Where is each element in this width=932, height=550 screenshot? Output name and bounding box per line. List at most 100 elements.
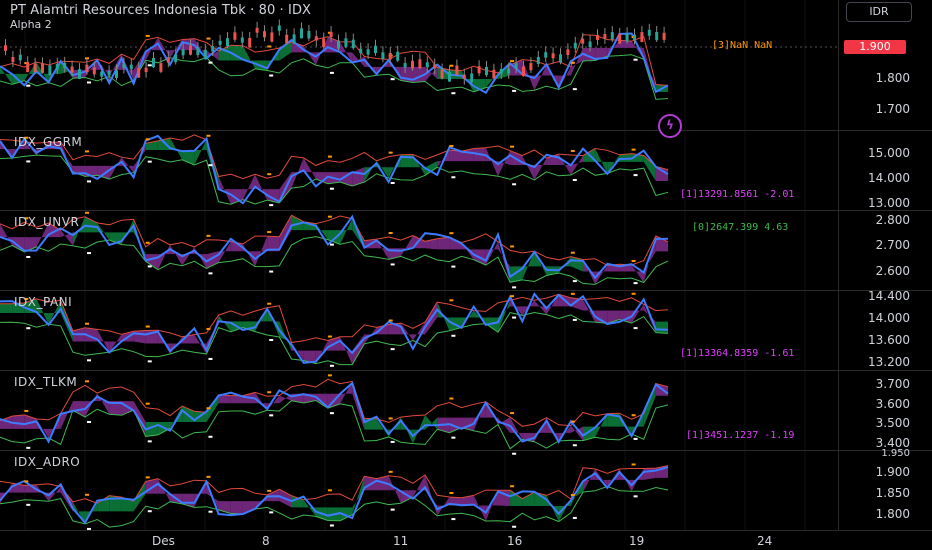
- signal-marker: [145, 138, 150, 141]
- signal-marker: [633, 282, 638, 285]
- unvr-value-label: [0]2647.399 4.63: [692, 222, 789, 233]
- y-tick: 2.800: [875, 213, 910, 227]
- y-tick: 15.000: [868, 146, 910, 160]
- candle-body: [189, 45, 192, 55]
- signal-marker: [87, 359, 92, 362]
- y-tick: 2.600: [875, 264, 910, 278]
- pane-divider[interactable]: [0, 370, 932, 371]
- candle-body: [610, 32, 614, 40]
- candle-body: [233, 32, 237, 40]
- candle-body: [507, 68, 511, 74]
- ggrm-value-label: [1]13291.8561 -2.01: [680, 189, 795, 200]
- y-tick: 3.600: [875, 397, 910, 411]
- candle-body: [581, 38, 585, 44]
- signal-marker: [269, 339, 274, 342]
- cloud-segment: [97, 393, 110, 415]
- cloud-segment: [36, 419, 49, 439]
- chart-window: PT Alamtri Resources Indonesia Tbk · 80 …: [0, 0, 932, 550]
- signal-marker: [26, 503, 31, 506]
- cloud-segment: [595, 148, 608, 174]
- y-tick: 2.700: [875, 238, 910, 252]
- signal-marker: [510, 145, 515, 148]
- cloud-segment: [267, 395, 280, 411]
- signal-marker: [145, 476, 150, 479]
- candle-body: [499, 68, 503, 74]
- candle-body: [329, 31, 333, 37]
- candle-body: [129, 64, 133, 70]
- candle-body: [544, 52, 548, 58]
- signal-marker: [390, 78, 395, 81]
- cloud-segment: [582, 299, 596, 323]
- pane-label-pani[interactable]: IDX_PANI: [14, 295, 72, 309]
- signal-marker: [570, 420, 575, 423]
- signal-marker: [327, 374, 332, 377]
- time-axis-divider: [0, 530, 932, 531]
- signal-marker: [87, 252, 92, 255]
- signal-marker: [267, 302, 272, 305]
- cloud-segment: [0, 303, 13, 314]
- candle-body: [152, 57, 155, 68]
- pane-divider[interactable]: [0, 210, 932, 211]
- candle-body: [618, 33, 622, 44]
- pane-divider[interactable]: [0, 130, 932, 131]
- signal-marker: [267, 489, 272, 492]
- signal-marker: [572, 280, 577, 283]
- signal-marker: [449, 397, 454, 400]
- signal-marker: [633, 327, 638, 330]
- cloud-segment: [425, 414, 438, 430]
- signal-marker: [87, 81, 92, 84]
- signal-marker: [631, 463, 636, 466]
- signal-marker: [388, 231, 393, 234]
- pane-label-unvr[interactable]: IDX_UNVR: [14, 215, 79, 229]
- signal-marker: [390, 263, 395, 266]
- candle-body: [411, 60, 414, 69]
- candle-body: [344, 38, 348, 47]
- pani-value-label: [1]13364.8359 -1.61: [680, 348, 795, 359]
- signal-marker: [208, 61, 213, 64]
- candle-body: [33, 63, 37, 73]
- signal-marker: [26, 255, 31, 258]
- pane-label-tlkm[interactable]: IDX_TLKM: [14, 375, 77, 389]
- pane-divider[interactable]: [0, 450, 932, 451]
- y-tick: 13.000: [868, 196, 910, 210]
- indicator-name[interactable]: Alpha 2: [10, 18, 52, 31]
- cloud-segment: [145, 254, 158, 270]
- signal-marker: [147, 265, 152, 268]
- currency-button[interactable]: IDR: [846, 2, 912, 22]
- candle-body: [322, 38, 326, 48]
- signal-marker: [329, 71, 334, 74]
- cloud-segment: [400, 235, 413, 257]
- signal-marker: [449, 232, 454, 235]
- signal-marker: [85, 493, 90, 496]
- candle-body: [107, 71, 111, 76]
- candle-body: [226, 38, 229, 47]
- cloud-segment: [12, 414, 25, 429]
- signal-marker: [327, 335, 332, 338]
- signal-marker: [85, 322, 90, 325]
- candle-body: [485, 66, 488, 76]
- y-tick: 14.400: [868, 289, 910, 303]
- signal-marker: [147, 440, 152, 443]
- signal-marker: [512, 316, 517, 319]
- candle-body: [277, 25, 281, 31]
- signal-marker: [329, 187, 334, 190]
- y-tick: 1.900: [875, 465, 910, 479]
- pane-label-adro[interactable]: IDX_ADRO: [14, 455, 80, 469]
- price-line: [0, 466, 669, 525]
- cloud-segment: [230, 501, 243, 514]
- candle-body: [4, 45, 7, 51]
- pane-divider[interactable]: [0, 290, 932, 291]
- candle-body: [18, 54, 22, 61]
- signal-marker: [572, 318, 577, 321]
- candle-body: [403, 63, 407, 68]
- signal-marker: [449, 491, 454, 494]
- candle-body: [203, 49, 207, 60]
- candle-body: [78, 69, 81, 79]
- pane-label-ggrm[interactable]: IDX_GGRM: [14, 135, 82, 149]
- cloud-segment: [0, 223, 13, 246]
- candle-body: [566, 49, 570, 56]
- chart-title[interactable]: PT Alamtri Resources Indonesia Tbk · 80 …: [10, 3, 311, 18]
- candle-body: [440, 69, 444, 79]
- candle-body: [536, 56, 540, 64]
- lightning-bolt-icon[interactable]: ϟ: [658, 114, 682, 138]
